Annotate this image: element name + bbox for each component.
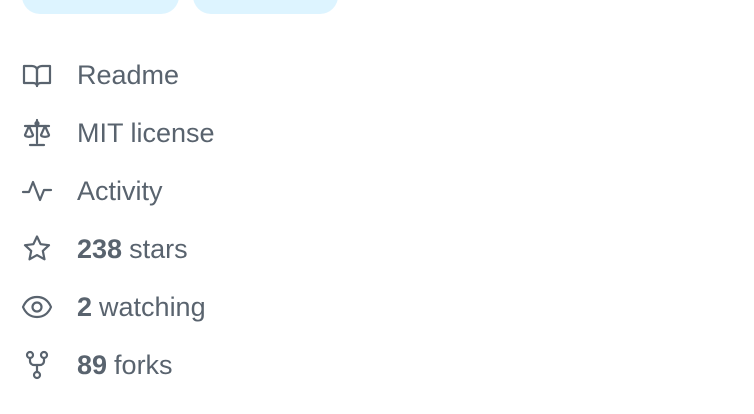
- stars-count: 238: [77, 233, 123, 264]
- topic-tag[interactable]: [22, 0, 179, 14]
- stars-text: stars: [129, 233, 188, 264]
- license-label: MIT license: [77, 117, 215, 148]
- pulse-icon: [21, 175, 53, 207]
- watching-text: watching: [99, 291, 206, 322]
- book-icon: [21, 59, 53, 91]
- watching-link[interactable]: 2 watching: [0, 278, 215, 336]
- activity-link[interactable]: Activity: [0, 162, 215, 220]
- readme-link[interactable]: Readme: [0, 46, 215, 104]
- repo-about-sidebar: Readme MIT license Activity 238 stars 2 …: [0, 0, 754, 414]
- star-icon: [21, 233, 53, 265]
- readme-label: Readme: [77, 59, 180, 90]
- stars-link[interactable]: 238 stars: [0, 220, 215, 278]
- forks-link[interactable]: 89 forks: [0, 336, 215, 394]
- law-icon: [21, 117, 53, 149]
- forks-text: forks: [114, 349, 173, 380]
- forks-label: 89 forks: [77, 349, 173, 380]
- topic-tag[interactable]: [193, 0, 338, 14]
- repo-forked-icon: [21, 349, 53, 381]
- stars-label: 238 stars: [77, 233, 188, 264]
- eye-icon: [21, 291, 53, 323]
- license-link[interactable]: MIT license: [0, 104, 215, 162]
- forks-count: 89: [77, 349, 108, 380]
- activity-label: Activity: [77, 175, 163, 206]
- watching-count: 2: [77, 291, 93, 322]
- topic-tags: [22, 0, 338, 14]
- watching-label: 2 watching: [77, 291, 206, 322]
- repo-meta-list: Readme MIT license Activity 238 stars 2 …: [0, 46, 215, 394]
